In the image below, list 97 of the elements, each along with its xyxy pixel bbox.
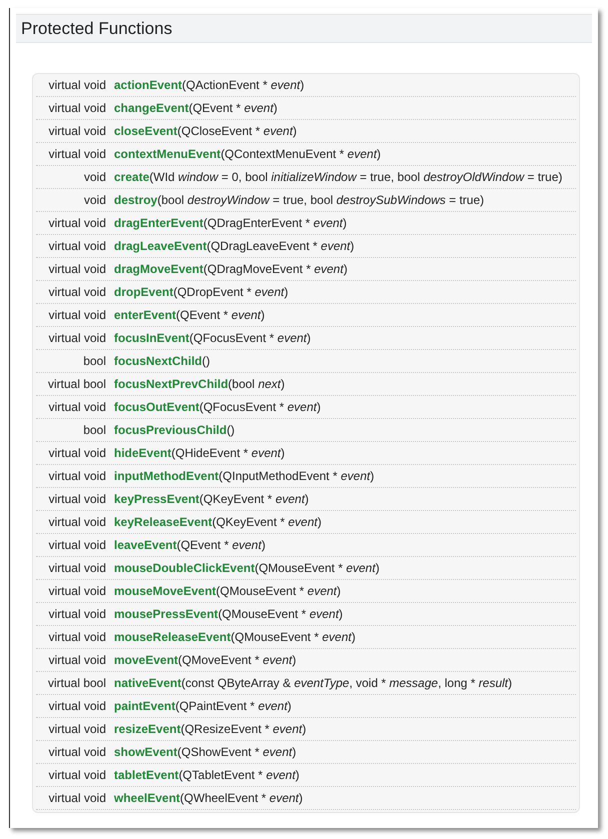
return-type: virtual void — [48, 491, 106, 508]
function-link[interactable]: changeEvent — [114, 99, 189, 117]
parameter-list: (QKeyEvent *event) — [199, 490, 309, 508]
return-type: virtual bool — [46, 675, 106, 692]
parameter-list: (QMouseEvent *event) — [230, 628, 356, 646]
parameter-list: (QDragLeaveEvent *event) — [206, 237, 354, 255]
parameter-list: (QFocusEvent *event) — [189, 329, 311, 347]
return-type: virtual void — [48, 652, 106, 669]
function-link[interactable]: paintEvent — [114, 697, 176, 715]
parameter-list: (QInputMethodEvent *event) — [218, 467, 374, 485]
return-type: virtual void — [48, 744, 106, 761]
return-type: bool — [82, 353, 106, 370]
return-type: virtual void — [48, 606, 106, 623]
parameter-list: (QResizeEvent *event) — [180, 720, 306, 738]
function-link[interactable]: focusInEvent — [114, 329, 190, 347]
parameter-list: (const QByteArray & eventType, void *message, long *result) — [181, 674, 512, 692]
parameter-list: (QMouseEvent *event) — [216, 582, 341, 600]
return-type: virtual void — [48, 560, 106, 577]
function-link[interactable]: dragMoveEvent — [114, 260, 204, 278]
function-link[interactable]: focusNextPrevChild — [114, 375, 228, 393]
function-link[interactable]: inputMethodEvent — [114, 467, 219, 485]
function-link[interactable]: keyReleaseEvent — [114, 513, 212, 531]
function-link[interactable]: showEvent — [114, 743, 178, 761]
return-type: virtual void — [48, 238, 106, 255]
return-type: virtual void — [48, 629, 106, 646]
parameter-list: () — [202, 352, 210, 370]
return-type: virtual void — [48, 468, 106, 485]
parameter-list: () — [226, 421, 235, 439]
parameter-list: (QEvent *event) — [176, 536, 266, 554]
function-link[interactable]: actionEvent — [114, 76, 182, 94]
function-link[interactable]: resizeEvent — [114, 720, 181, 738]
function-link[interactable]: dragEnterEvent — [114, 214, 204, 232]
parameter-list: (QDragMoveEvent *event) — [203, 260, 348, 278]
function-link[interactable]: tabletEvent — [114, 766, 179, 784]
function-link[interactable]: focusOutEvent — [114, 398, 200, 416]
function-link[interactable]: nativeEvent — [114, 674, 182, 692]
function-link[interactable]: destroy — [114, 191, 158, 209]
parameter-list: (QTabletEvent *event) — [178, 766, 300, 784]
return-type: virtual void — [48, 790, 106, 807]
return-type: virtual void — [48, 261, 106, 278]
parameter-list: (QFocusEvent *event) — [199, 398, 321, 416]
parameter-list: (QEvent *event) — [176, 306, 265, 324]
function-link[interactable]: dragLeaveEvent — [114, 237, 207, 255]
function-link[interactable]: focusPreviousChild — [114, 421, 227, 439]
return-type: virtual void — [48, 100, 106, 117]
return-type: virtual void — [48, 77, 106, 94]
function-link[interactable]: dropEvent — [114, 283, 174, 301]
function-link[interactable]: mouseReleaseEvent — [114, 628, 231, 646]
parameter-list: (QPaintEvent *event) — [175, 697, 292, 715]
parameter-list: (QActionEvent *event) — [182, 76, 304, 94]
function-link[interactable]: leaveEvent — [114, 536, 177, 554]
return-type: virtual void — [48, 721, 106, 738]
function-link[interactable]: enterEvent — [114, 306, 176, 324]
parameter-list: (bool destroyWindow = true, bool destroySubWindows = true) — [157, 191, 484, 209]
section-title: Protected Functions — [16, 14, 592, 43]
parameter-list: (QKeyEvent *event) — [212, 513, 322, 531]
parameter-list: (bool next) — [228, 375, 285, 393]
return-type: virtual void — [48, 445, 106, 462]
return-type: virtual void — [48, 146, 106, 163]
function-link[interactable]: wheelEvent — [114, 789, 180, 807]
return-type: virtual void — [48, 284, 106, 301]
function-link[interactable]: mousePressEvent — [114, 605, 218, 623]
parameter-list: (QDragEnterEvent *event) — [203, 214, 347, 232]
return-type: virtual void — [48, 767, 106, 784]
parameter-list: (QEvent *event) — [188, 99, 278, 117]
function-link[interactable]: closeEvent — [114, 122, 178, 140]
function-link[interactable]: contextMenuEvent — [114, 145, 221, 163]
parameter-list: (QShowEvent *event) — [177, 743, 296, 761]
function-link[interactable]: focusNextChild — [114, 352, 202, 370]
function-link[interactable]: moveEvent — [114, 651, 178, 669]
return-type: virtual void — [48, 399, 106, 416]
parameter-list: (QMouseEvent *event) — [254, 559, 380, 577]
return-type: virtual void — [48, 307, 106, 324]
return-type: virtual void — [48, 123, 106, 140]
parameter-list: (QHideEvent *event) — [171, 444, 285, 462]
return-type: virtual void — [48, 330, 106, 347]
parameter-list: (QWheelEvent *event) — [180, 789, 303, 807]
parameter-list: (QDropEvent *event) — [173, 283, 288, 301]
function-link[interactable]: keyPressEvent — [114, 490, 200, 508]
parameter-list: (QMouseEvent *event) — [218, 605, 343, 623]
function-link[interactable]: mouseDoubleClickEvent — [114, 559, 255, 577]
parameter-list: (QCloseEvent *event) — [177, 122, 297, 140]
return-type: virtual void — [48, 514, 106, 531]
function-link[interactable]: hideEvent — [114, 444, 172, 462]
return-type: void — [82, 192, 106, 209]
return-type: bool — [82, 422, 106, 439]
return-type: virtual bool — [46, 376, 106, 393]
return-type: virtual void — [48, 583, 106, 600]
return-type: void — [82, 169, 106, 186]
parameter-list: (WId window = 0, bool initializeWindow = true, bool destroyOldWindow = true) — [149, 168, 562, 186]
function-link[interactable]: create — [114, 168, 150, 186]
return-type: virtual void — [48, 537, 106, 554]
return-type: virtual void — [48, 215, 106, 232]
return-type: virtual void — [48, 698, 106, 715]
parameter-list: (QMoveEvent *event) — [178, 651, 296, 669]
function-link[interactable]: mouseMoveEvent — [114, 582, 216, 600]
parameter-list: (QContextMenuEvent *event) — [220, 145, 381, 163]
